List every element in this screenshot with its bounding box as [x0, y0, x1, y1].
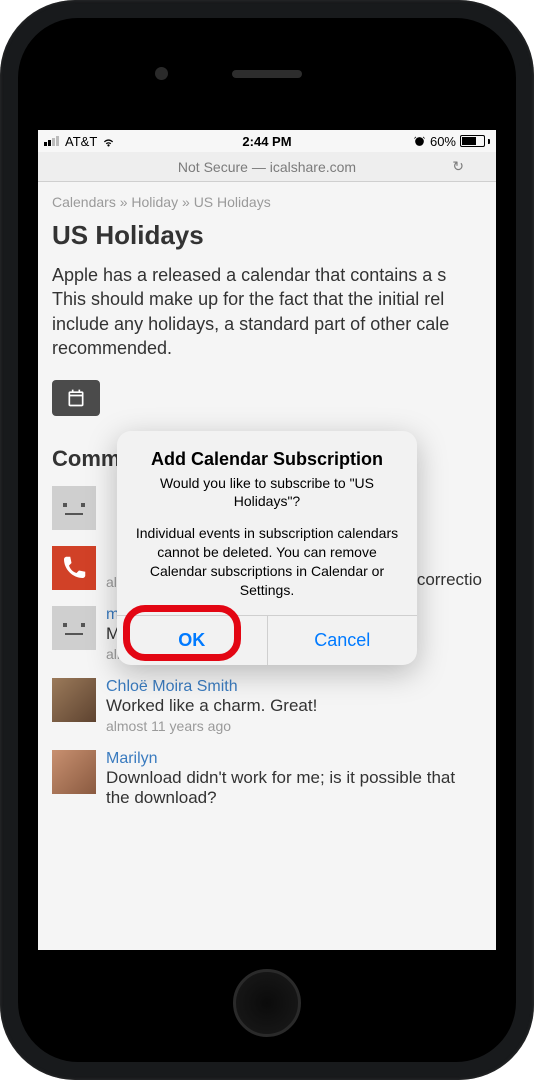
- screen: AT&T 2:44 PM 60%: [38, 130, 496, 950]
- alarm-icon: [413, 135, 426, 148]
- page-description: Apple has a released a calendar that con…: [52, 263, 482, 360]
- wifi-icon: [101, 134, 116, 149]
- desc-line: This should make up for the fact that th…: [52, 287, 482, 311]
- device-inner: AT&T 2:44 PM 60%: [18, 18, 516, 1062]
- breadcrumb-sep: »: [120, 194, 128, 210]
- desc-line: Apple has a released a calendar that con…: [52, 263, 482, 287]
- status-time: 2:44 PM: [242, 134, 291, 149]
- cancel-button[interactable]: Cancel: [268, 616, 418, 665]
- reload-icon[interactable]: ↻: [452, 158, 464, 175]
- avatar: [52, 546, 96, 590]
- comment-trailing-text: correctio: [417, 570, 482, 590]
- ok-button[interactable]: OK: [117, 616, 268, 665]
- home-button[interactable]: [233, 969, 301, 1037]
- breadcrumb-calendars[interactable]: Calendars: [52, 194, 116, 210]
- comment-text: Worked like a charm. Great!: [106, 696, 482, 716]
- comment-text: Download didn't work for me; is it possi…: [106, 768, 482, 808]
- modal-body: Individual events in subscription calend…: [135, 524, 399, 600]
- list-item: Marilyn Download didn't work for me; is …: [52, 750, 482, 808]
- subscribe-button[interactable]: [52, 380, 100, 416]
- breadcrumb-holiday[interactable]: Holiday: [131, 194, 178, 210]
- status-bar: AT&T 2:44 PM 60%: [38, 130, 496, 152]
- calendar-icon: [66, 388, 86, 408]
- comment-user[interactable]: Marilyn: [106, 750, 482, 768]
- desc-line: recommended.: [52, 336, 482, 360]
- status-left: AT&T: [44, 134, 116, 149]
- comment-body: Marilyn Download didn't work for me; is …: [106, 750, 482, 808]
- list-item: Chloë Moira Smith Worked like a charm. G…: [52, 678, 482, 734]
- modal-button-row: OK Cancel: [117, 615, 417, 665]
- iphone-device-frame: AT&T 2:44 PM 60%: [0, 0, 534, 1080]
- page-content: Calendars » Holiday » US Holidays US Hol…: [38, 182, 496, 950]
- avatar: [52, 606, 96, 650]
- breadcrumb: Calendars » Holiday » US Holidays: [52, 194, 482, 210]
- breadcrumb-sep: »: [182, 194, 190, 210]
- safari-url-bar[interactable]: Not Secure — icalshare.com ↻: [38, 152, 496, 182]
- modal-subtitle: Would you like to subscribe to "US Holid…: [135, 474, 399, 510]
- avatar: [52, 486, 96, 530]
- add-calendar-subscription-dialog: Add Calendar Subscription Would you like…: [117, 431, 417, 666]
- battery-percent: 60%: [430, 134, 456, 149]
- modal-content: Add Calendar Subscription Would you like…: [117, 431, 417, 616]
- comment-time: almost 11 years ago: [106, 718, 482, 734]
- breadcrumb-us-holidays[interactable]: US Holidays: [194, 194, 271, 210]
- cellular-signal-icon: [44, 136, 59, 146]
- url-label: Not Secure — icalshare.com: [178, 159, 356, 175]
- avatar: [52, 678, 96, 722]
- comment-body: Chloë Moira Smith Worked like a charm. G…: [106, 678, 482, 734]
- battery-icon: [460, 135, 490, 147]
- modal-title: Add Calendar Subscription: [135, 449, 399, 470]
- front-camera: [155, 67, 168, 80]
- page-title: US Holidays: [52, 220, 482, 251]
- desc-line: include any holidays, a standard part of…: [52, 312, 482, 336]
- status-right: 60%: [413, 134, 490, 149]
- avatar: [52, 750, 96, 794]
- speaker-slot: [232, 70, 302, 78]
- carrier-label: AT&T: [65, 134, 97, 149]
- comment-user[interactable]: Chloë Moira Smith: [106, 678, 482, 696]
